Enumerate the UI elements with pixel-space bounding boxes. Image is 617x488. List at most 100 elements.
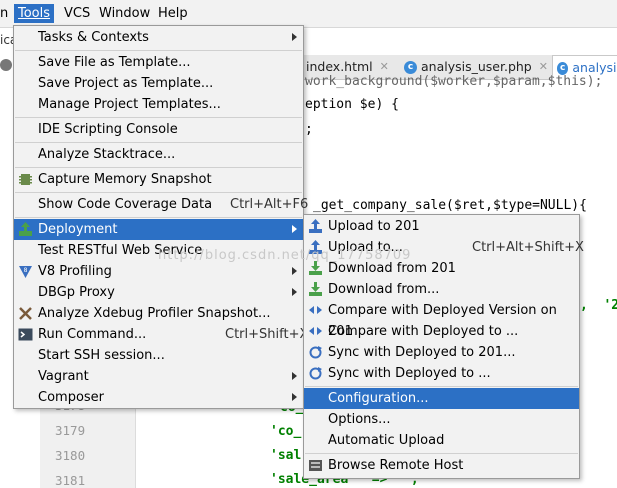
menu-item-label: Show Code Coverage Data (38, 197, 213, 212)
submenu-arrow-icon (292, 372, 297, 380)
menu-item-compare-deployed-to[interactable]: Compare with Deployed to ... (304, 321, 579, 342)
menu-item-label: Run Command... (38, 327, 147, 342)
menu-help[interactable]: Help (154, 4, 192, 23)
separator (15, 167, 302, 168)
line-number: 3179 (55, 423, 86, 438)
submenu-arrow-icon (292, 393, 297, 401)
terminal-icon (18, 328, 33, 341)
compare-icon (309, 306, 322, 314)
menu-item-label: Manage Project Templates... (38, 97, 221, 112)
sync-icon (309, 367, 322, 380)
submenu-arrow-icon (292, 225, 297, 233)
menu-file-fragment[interactable]: n (0, 4, 12, 23)
menu-item-show-code-coverage[interactable]: Show Code Coverage Data Ctrl+Alt+F6 (14, 194, 308, 215)
separator (15, 50, 302, 51)
menu-item-label: Upload to 201 (328, 219, 420, 234)
gear-icon[interactable] (0, 59, 12, 71)
line-number: 3181 (55, 473, 86, 488)
menu-item-options[interactable]: Options... (304, 409, 579, 430)
menu-tools[interactable]: Tools (14, 4, 55, 23)
code-line: _get_company_sale($ret,$type=NULL){ (313, 198, 587, 213)
menu-item-compare-deployed-201[interactable]: Compare with Deployed Version on 201 (304, 300, 579, 339)
line-number: 3180 (55, 448, 86, 463)
submenu-arrow-icon (292, 267, 297, 275)
menu-item-upload-to-201[interactable]: Upload to 201 (304, 216, 579, 237)
menu-item-manage-project-templates[interactable]: Manage Project Templates... (14, 94, 303, 115)
code-line: 'co_ (270, 424, 302, 439)
code-line: ; (305, 122, 313, 137)
code-line: work_background($worker,$param,$this); (305, 74, 603, 89)
php-class-icon: c (557, 61, 569, 75)
watermark: http://blog.csdn.net/qq_17758709 (158, 248, 412, 263)
menu-item-save-project-template[interactable]: Save Project as Template... (14, 73, 303, 94)
menu-item-label: Vagrant (38, 369, 89, 384)
menu-item-sync-deployed-to[interactable]: Sync with Deployed to ... (304, 363, 579, 384)
shortcut-label: Ctrl+Alt+Shift+X (472, 240, 584, 255)
menu-item-label: Download from... (328, 282, 440, 297)
menu-item-label: Analyze Stacktrace... (38, 147, 176, 162)
menu-item-label: Save File as Template... (38, 55, 191, 70)
v8-icon: 8 (19, 266, 32, 278)
php-class-icon: c (404, 60, 417, 74)
menu-item-v8-profiling[interactable]: 8 V8 Profiling (14, 261, 303, 282)
menu-item-label: IDE Scripting Console (38, 122, 178, 137)
menu-item-analyze-xdebug[interactable]: Analyze Xdebug Profiler Snapshot... (14, 303, 303, 324)
menu-item-sync-deployed-201[interactable]: Sync with Deployed to 201... (304, 342, 579, 363)
menu-item-label: Composer (38, 390, 105, 405)
compare-icon (309, 327, 322, 335)
shortcut-label: Ctrl+Alt+F6 (230, 197, 309, 212)
xdebug-icon (19, 307, 32, 320)
menu-item-label: Tasks & Contexts (38, 30, 149, 45)
submenu-arrow-icon (292, 33, 297, 41)
submenu-arrow-icon (292, 288, 297, 296)
remote-host-icon (309, 460, 322, 471)
menu-item-analyze-stacktrace[interactable]: Analyze Stacktrace... (14, 144, 303, 165)
menu-item-capture-memory-snapshot[interactable]: Capture Memory Snapshot (14, 169, 303, 190)
menu-item-label: Analyze Xdebug Profiler Snapshot... (38, 306, 271, 321)
menu-item-save-file-template[interactable]: Save File as Template... (14, 52, 303, 73)
menu-item-label: Browse Remote Host (328, 458, 464, 473)
menu-item-ide-scripting-console[interactable]: IDE Scripting Console (14, 119, 303, 140)
menu-vcs[interactable]: VCS (60, 4, 94, 23)
menu-window[interactable]: Window (95, 4, 154, 23)
menu-item-label: Configuration... (328, 391, 429, 406)
menu-item-label: Sync with Deployed to ... (328, 366, 491, 381)
menu-item-start-ssh[interactable]: Start SSH session... (14, 345, 303, 366)
menu-item-tasks-contexts[interactable]: Tasks & Contexts (14, 27, 303, 48)
menu-item-label: Capture Memory Snapshot (38, 172, 212, 187)
menu-item-label: Options... (328, 412, 391, 427)
tools-menu: Tasks & Contexts Save File as Template..… (13, 25, 308, 409)
menu-item-run-command[interactable]: Run Command... Ctrl+Shift+X (14, 324, 308, 345)
memory-snapshot-icon (19, 174, 32, 185)
separator (305, 453, 578, 454)
menu-item-download-from[interactable]: Download from... (304, 279, 579, 300)
menu-item-label: V8 Profiling (38, 264, 112, 279)
menu-item-label: DBGp Proxy (38, 285, 115, 300)
menubar: n Tools VCS Window Help (0, 0, 617, 28)
menu-item-configuration[interactable]: Configuration... (304, 388, 579, 409)
download-icon (309, 261, 322, 275)
menu-item-label: Automatic Upload (328, 433, 445, 448)
menu-item-deployment[interactable]: Deployment (14, 219, 303, 240)
menu-item-label: Sync with Deployed to 201... (328, 345, 516, 360)
code-line: , '23 (580, 298, 617, 313)
menu-item-vagrant[interactable]: Vagrant (14, 366, 303, 387)
separator (15, 217, 302, 218)
sync-icon (309, 346, 322, 359)
separator (15, 192, 302, 193)
separator (15, 117, 302, 118)
menu-item-label: Deployment (38, 222, 118, 237)
menu-item-automatic-upload[interactable]: Automatic Upload (304, 430, 579, 451)
menu-tools-label: Tools (18, 6, 51, 21)
menu-item-label: Compare with Deployed to ... (328, 324, 519, 339)
code-line: eption $e) { (305, 97, 399, 112)
menu-item-browse-remote-host[interactable]: Browse Remote Host (304, 455, 579, 476)
separator (305, 386, 578, 387)
menu-item-composer[interactable]: Composer (14, 387, 303, 408)
menu-item-label: Save Project as Template... (38, 76, 214, 91)
shortcut-label: Ctrl+Shift+X (225, 327, 309, 342)
deployment-icon (19, 222, 32, 236)
menu-item-dbgp-proxy[interactable]: DBGp Proxy (14, 282, 303, 303)
code-line: 'sal (270, 448, 302, 463)
download-icon (309, 282, 322, 296)
